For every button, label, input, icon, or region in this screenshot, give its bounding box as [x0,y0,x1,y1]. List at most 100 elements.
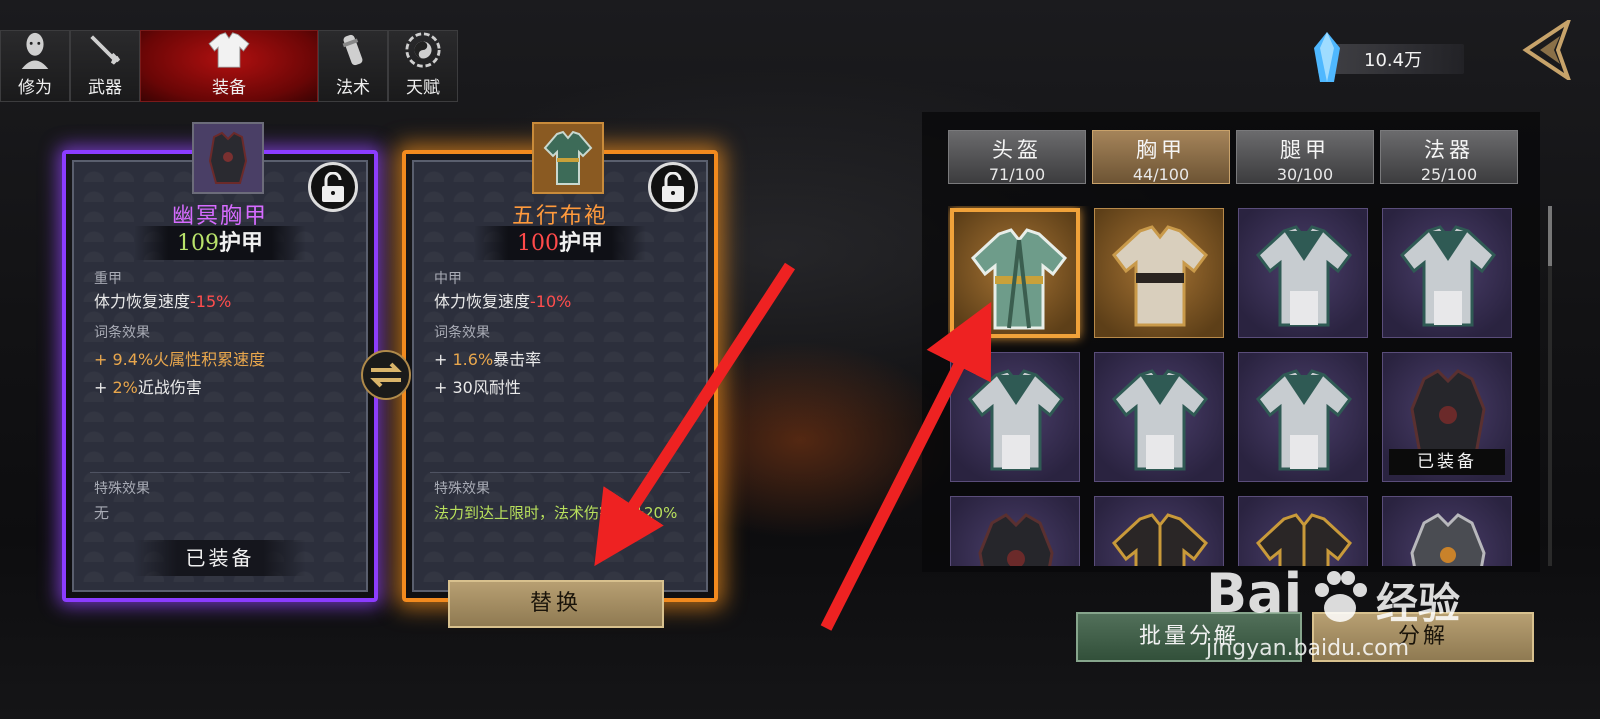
affix-text: 近战伤害 [137,378,202,397]
inventory-slot[interactable]: 已装备 [1382,352,1512,482]
robe-teal-icon [1399,225,1497,327]
affix-text: 火属性积累速度 [153,350,266,369]
spell-icon [342,34,363,66]
currency-amount: 10.4万 [1364,50,1423,71]
replace-button[interactable]: 替换 [448,580,664,628]
inventory-slot[interactable] [1238,208,1368,338]
tab-helmet[interactable]: 头盔 71/100 [948,130,1086,184]
item-thumbnail [532,122,604,194]
special-title: 特殊效果 [94,481,150,497]
tab-label: 武器 [88,78,122,98]
card-body: 幽冥胸甲 109护甲 重甲 体力恢复速度-15% 词条效果 + 9.4%火属性积… [72,122,368,592]
inventory-slot[interactable] [950,208,1080,338]
equipped-item-card: 幽冥胸甲 109护甲 重甲 体力恢复速度-15% 词条效果 + 9.4%火属性积… [62,122,378,602]
category-name: 腿甲 [1280,138,1330,162]
category-name: 胸甲 [1136,138,1186,162]
armor-dark-icon [978,513,1054,566]
tab-weapon[interactable]: 武器 [70,30,140,102]
armor-steel-icon [1410,513,1486,566]
armor-unit: 护甲 [218,230,263,256]
robe-teal-icon [1255,369,1353,471]
section-divider [90,472,350,473]
back-arrow-icon[interactable] [1520,20,1576,80]
top-tab-bar: 修为 武器 装备 法术 天赋 [0,30,458,102]
armor-number: 109 [176,231,219,256]
stamina-stat: 体力恢复速度-10% [434,288,571,312]
bulk-decompose-button[interactable]: 批量分解 [1076,612,1302,662]
inventory-slot[interactable] [1382,208,1512,338]
robe-teal-icon [1255,225,1353,327]
category-count: 30/100 [1276,165,1334,184]
inventory-slot[interactable] [1382,496,1512,566]
affix-prefix: + [434,350,453,369]
stamina-stat: 体力恢复速度-15% [94,288,231,312]
tab-cultivation[interactable]: 修为 [0,30,70,102]
affix-title: 词条效果 [434,325,490,341]
armor-number: 100 [516,231,559,256]
decompose-button[interactable]: 分解 [1312,612,1534,662]
affix-line: + 1.6%暴击率 [434,346,541,370]
robe-teal-icon [1111,369,1209,471]
category-count: 71/100 [988,165,1046,184]
card-body: 五行布袍 100护甲 中甲 体力恢复速度-10% 词条效果 + 1.6%暴击率 … [412,122,708,592]
special-text: 无 [94,504,110,522]
inventory-scrollbar[interactable] [1548,206,1552,566]
green-robe-icon [543,130,593,185]
stat-label: 体力恢复速度 [434,292,531,311]
special-text: 法力到达上限时，法术伤害提升20% [434,504,678,522]
stat-value: -15% [190,292,232,311]
armor-icon [208,32,250,68]
inventory-slot[interactable] [1094,496,1224,566]
robe-white-icon [1111,225,1209,327]
robe-black-gold-icon [1111,513,1209,566]
category-tabs: 头盔 71/100 胸甲 44/100 腿甲 30/100 法器 25/100 [948,130,1518,184]
armor-unit: 护甲 [558,230,603,256]
equipped-status: 已装备 [134,540,306,576]
section-divider [430,472,690,473]
stat-label: 体力恢复速度 [94,292,191,311]
affix-line: + 30风耐性 [434,378,521,397]
tab-chest[interactable]: 胸甲 44/100 [1092,130,1230,184]
robe-teal-icon [967,369,1065,471]
inventory-slot[interactable] [1094,208,1224,338]
scrollbar-thumb[interactable] [1548,206,1552,266]
category-name: 法器 [1424,138,1474,162]
category-count: 44/100 [1132,165,1190,184]
dark-armor-icon [208,131,248,184]
affix-line: + 9.4%火属性积累速度 [94,346,265,370]
tab-artifact[interactable]: 法器 25/100 [1380,130,1518,184]
tab-legs[interactable]: 腿甲 30/100 [1236,130,1374,184]
crystal-gem-icon [1314,32,1340,82]
armor-value: 100护甲 [474,226,646,260]
inventory-grid: 已装备 [948,206,1518,566]
affix-title: 词条效果 [94,325,150,341]
category-name: 头盔 [992,138,1042,162]
robe-green-icon [970,228,1068,330]
tab-equipment[interactable]: 装备 [140,30,318,102]
affix-value: 2% [112,378,138,397]
armor-value: 109护甲 [134,226,306,260]
affix-value: 1.6% [452,350,494,369]
compare-item-card: 五行布袍 100护甲 中甲 体力恢复速度-10% 词条效果 + 1.6%暴击率 … [402,122,718,602]
affix-prefix: + [94,350,113,369]
inventory-slot[interactable] [950,496,1080,566]
tab-talent[interactable]: 天赋 [388,30,458,102]
inventory-slot[interactable] [1238,496,1368,566]
inventory-slot[interactable] [1094,352,1224,482]
weapon-icon [90,35,121,65]
cultivation-icon [21,32,49,69]
tab-spell[interactable]: 法术 [318,30,388,102]
swap-icon [361,350,411,400]
inventory-slot[interactable] [950,352,1080,482]
affix-text: 暴击率 [493,350,542,369]
tab-label: 天赋 [406,78,440,98]
inventory-slot[interactable] [1238,352,1368,482]
affix-line: + 2%近战伤害 [94,374,202,398]
item-thumbnail [192,122,264,194]
armor-type: 重甲 [94,271,122,287]
tab-label: 法术 [336,78,370,98]
robe-black-gold-icon [1255,513,1353,566]
affix-value: 9.4% [112,350,154,369]
tab-label: 装备 [212,78,246,98]
tab-label: 修为 [18,78,52,98]
